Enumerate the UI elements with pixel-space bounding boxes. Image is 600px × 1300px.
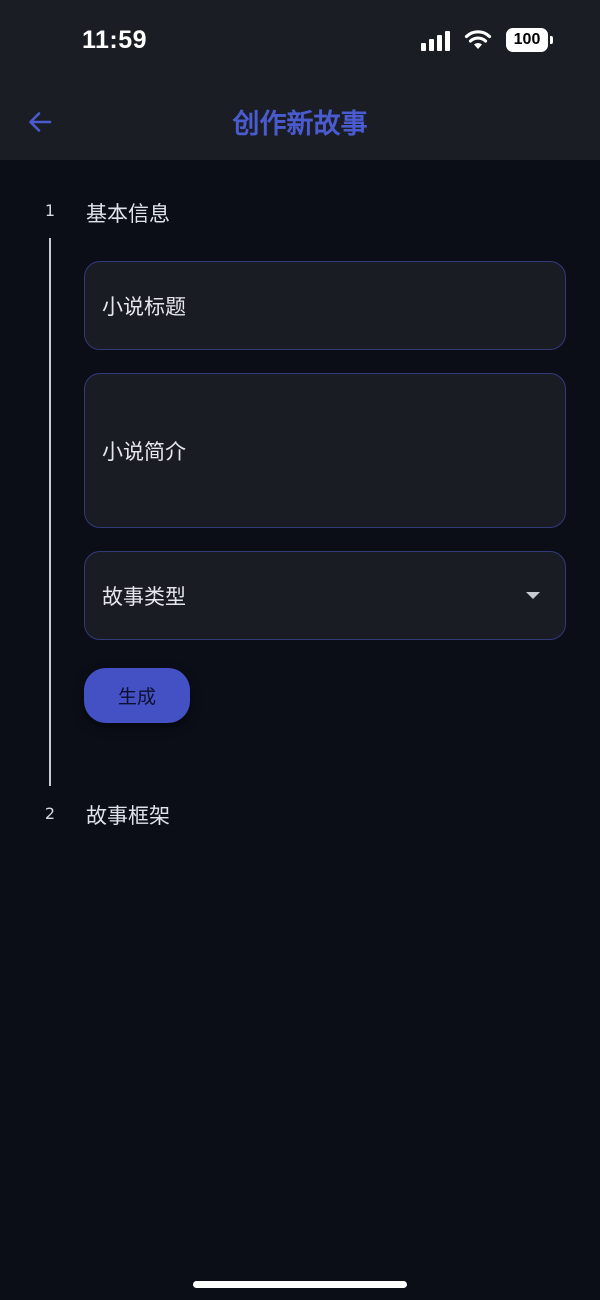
battery-icon: 100 [506,28,553,52]
step-title-story-framework[interactable]: 故事框架 [86,800,170,830]
novel-intro-label: 小说简介 [102,439,186,464]
battery-level: 100 [513,31,541,48]
top-bar: 11:59 100 创作新故事 [0,0,600,160]
cellular-signal-icon [421,29,450,51]
novel-intro-input[interactable]: 小说简介 [84,373,566,528]
dropdown-triangle-icon [526,592,540,599]
novel-title-input[interactable]: 小说标题 [84,261,566,350]
step-number: 1 [44,201,56,220]
story-genre-label: 故事类型 [102,584,186,609]
status-icons: 100 [421,28,553,52]
step-connector-line [49,238,51,786]
page-title: 创作新故事 [232,109,368,140]
story-genre-select[interactable]: 故事类型 [84,551,566,640]
novel-title-label: 小说标题 [102,294,186,319]
status-time: 11:59 [82,26,148,54]
screen: 11:59 100 创作新故事 1 基本信息 小说标题 小说简介 故事类型 生成… [0,0,600,1300]
wifi-icon [464,29,492,51]
step-number: 2 [44,804,56,823]
home-indicator[interactable] [193,1281,407,1288]
generate-button[interactable]: 生成 [84,668,190,723]
step-title-basic-info[interactable]: 基本信息 [86,198,170,228]
